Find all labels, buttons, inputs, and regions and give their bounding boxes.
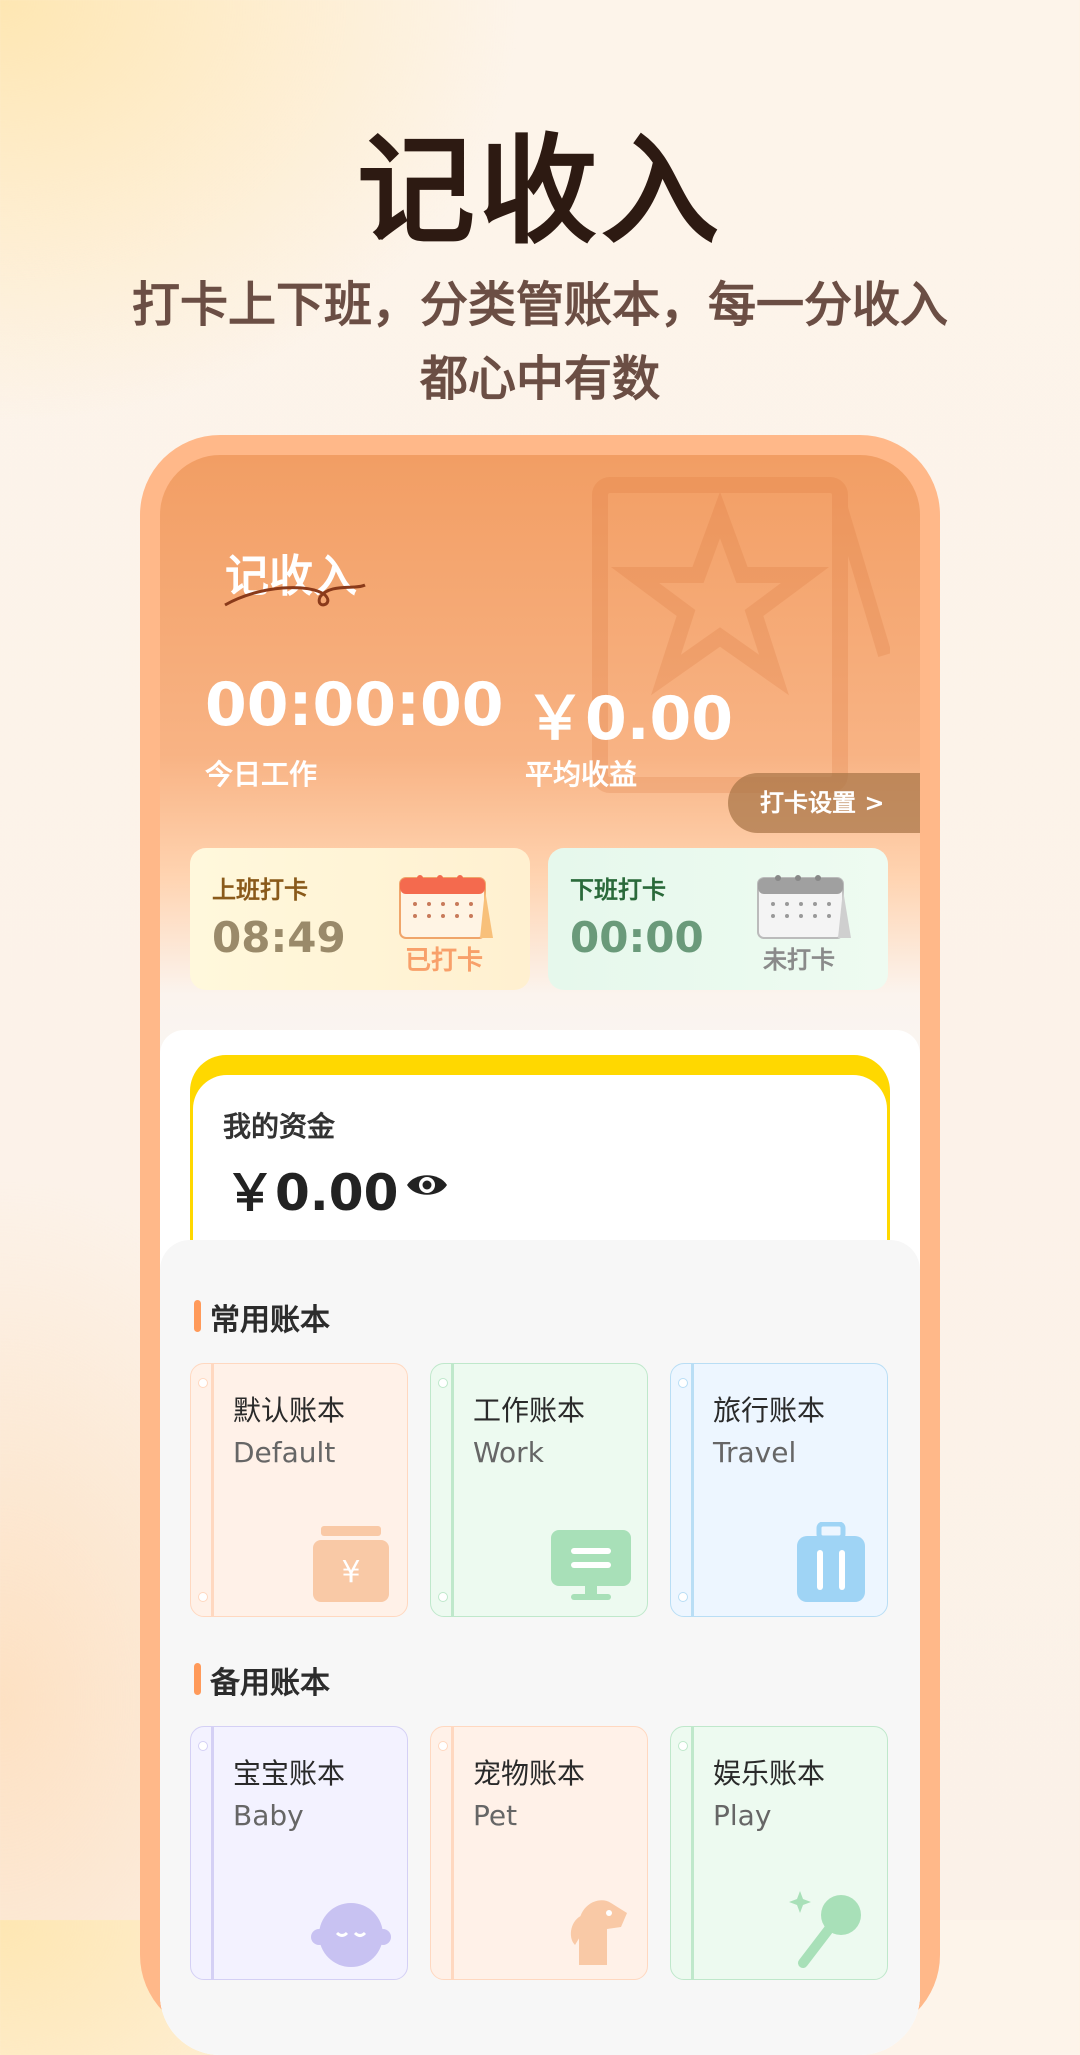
clock-settings-button[interactable]: 打卡设置 > <box>728 773 920 833</box>
dog-icon <box>570 1900 627 1965</box>
promo-subtitle: 打卡上下班，分类管账本，每一分收入 都心中有数 <box>90 268 990 416</box>
book-name: 工作账本 <box>473 1394 586 1427</box>
book-en-name: Default <box>233 1436 336 1469</box>
book-en-name: Travel <box>713 1436 797 1469</box>
avg-income-label: 平均收益 <box>525 758 638 791</box>
book-en-name: Work <box>473 1436 544 1469</box>
suitcase-icon <box>797 1522 865 1602</box>
book-name: 宝宝账本 <box>233 1757 346 1790</box>
eye-icon[interactable] <box>405 1170 449 1200</box>
book-en-name: Pet <box>473 1799 518 1832</box>
spare-books-title: 备用账本 <box>210 1666 330 1701</box>
book-en-name: Baby <box>233 1799 304 1832</box>
clock-out-status: 未打卡 <box>763 946 835 974</box>
book-name: 默认账本 <box>233 1394 346 1427</box>
clock-out-time: 00:00 <box>570 913 704 962</box>
microphone-icon <box>789 1891 861 1968</box>
clock-in-label: 上班打卡 <box>212 876 308 904</box>
books-panel: 常用账本 默认账本 Default ¥ 工作账本 Work 旅行账本 Trave… <box>160 1240 920 2055</box>
promo-subtitle-line2: 都心中有数 <box>419 351 660 407</box>
app-screen: 记收入 00:00:00 今日工作 ￥0.00 平均收益 打卡设置 > 上班打卡… <box>160 455 920 2055</box>
work-time-value: 00:00:00 <box>205 670 504 740</box>
book-card-play[interactable]: 娱乐账本 Play <box>670 1726 888 1980</box>
book-name: 娱乐账本 <box>713 1757 826 1790</box>
funds-label: 我的资金 <box>223 1110 336 1143</box>
clock-in-time: 08:49 <box>212 913 346 962</box>
book-card-travel[interactable]: 旅行账本 Travel <box>670 1363 888 1617</box>
clock-in-status: 已打卡 <box>405 946 484 976</box>
section-marker <box>194 1663 201 1695</box>
clock-out-card[interactable]: 下班打卡 00:00 未打卡 <box>548 848 888 990</box>
calendar-icon <box>757 875 851 939</box>
book-name: 旅行账本 <box>713 1394 826 1427</box>
book-en-name: Play <box>713 1799 772 1832</box>
clock-in-card[interactable]: 上班打卡 08:49 已打卡 <box>190 848 530 990</box>
svg-text:¥: ¥ <box>341 1555 360 1590</box>
calendar-icon <box>399 875 493 939</box>
promo-subtitle-line1: 打卡上下班，分类管账本，每一分收入 <box>131 277 948 333</box>
promo-title: 记收入 <box>356 122 723 260</box>
book-card-work[interactable]: 工作账本 Work <box>430 1363 648 1617</box>
logo-swoosh-icon <box>224 583 366 607</box>
avg-income-value: ￥0.00 <box>525 684 734 754</box>
book-card-baby[interactable]: 宝宝账本 Baby <box>190 1726 408 1980</box>
common-books-title: 常用账本 <box>210 1303 330 1338</box>
work-time-label: 今日工作 <box>205 758 318 791</box>
clock-out-label: 下班打卡 <box>570 876 666 904</box>
book-card-default[interactable]: 默认账本 Default ¥ <box>190 1363 408 1617</box>
money-box-icon: ¥ <box>313 1526 389 1602</box>
book-name: 宠物账本 <box>473 1757 586 1790</box>
funds-value: ￥0.00 <box>225 1164 399 1222</box>
monitor-icon <box>551 1530 631 1600</box>
section-marker <box>194 1300 201 1332</box>
book-card-pet[interactable]: 宠物账本 Pet <box>430 1726 648 1980</box>
baby-icon <box>311 1903 391 1967</box>
